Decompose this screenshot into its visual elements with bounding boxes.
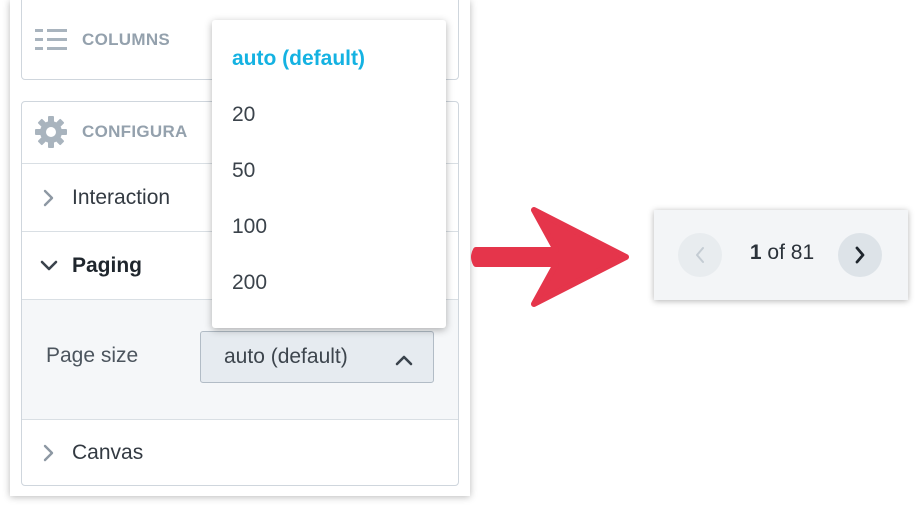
section-canvas[interactable]: Canvas [22, 419, 458, 485]
pagination-widget: 1 of 81 [654, 210, 908, 300]
current-page: 1 [749, 241, 762, 264]
dropdown-option[interactable]: 100 [212, 199, 446, 255]
next-page-button[interactable] [838, 233, 882, 277]
gear-icon [34, 115, 68, 149]
dropdown-option[interactable]: auto (default) [212, 31, 446, 87]
page-size-select[interactable]: auto (default) [200, 331, 434, 383]
total-pages: 81 [790, 241, 815, 264]
page-of-text: of [767, 241, 785, 264]
chevron-up-icon [395, 348, 413, 372]
settings-panel: COLUMNS CONFIGURA Interaction Paging Pag… [10, 0, 470, 496]
chevron-down-icon [22, 260, 72, 272]
screenshot-stage: COLUMNS CONFIGURA Interaction Paging Pag… [0, 0, 918, 506]
chevron-right-icon [22, 189, 72, 207]
page-size-label: Page size [46, 344, 139, 367]
columns-icon [34, 23, 68, 57]
page-size-dropdown: auto (default) 20 50 100 200 [212, 20, 446, 328]
dropdown-option[interactable]: 200 [212, 255, 446, 311]
interactions-label: Interaction [72, 185, 171, 209]
dropdown-option[interactable]: 20 [212, 87, 446, 143]
configuration-title: CONFIGURA [82, 122, 188, 141]
paging-label: Paging [72, 253, 143, 277]
columns-title: COLUMNS [82, 30, 171, 49]
page-size-value: auto (default) [224, 345, 348, 368]
arrow-right-icon [471, 207, 629, 307]
dropdown-option[interactable]: 50 [212, 143, 446, 199]
chevron-right-icon [22, 444, 72, 462]
canvas-label: Canvas [72, 440, 144, 464]
chevron-right-icon [855, 246, 865, 264]
